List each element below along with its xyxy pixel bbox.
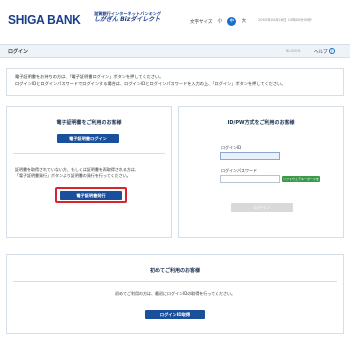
help-link[interactable]: ヘルプ? <box>314 48 335 55</box>
idpw-panel: ID/PW方式をご利用のお客様 ログインID ログインパスワード ソフトウェアキ… <box>178 106 344 238</box>
panel-divider <box>13 153 165 154</box>
instruction-line-1: 電子証明書をお持ちの方は、「電子証明書ログイン」ボタンを押してください。 <box>15 74 164 79</box>
font-size-large[interactable]: 大 <box>239 17 248 26</box>
help-label: ヘルプ <box>314 50 328 55</box>
current-datetime: 20XX年04月18日 10時00分00秒 <box>258 18 312 22</box>
id-login-button[interactable]: ログイン <box>231 203 293 212</box>
instruction-box: 電子証明書をお持ちの方は、「電子証明書ログイン」ボタンを押してください。 ログイ… <box>6 68 344 96</box>
certificate-description: 証明書を取得されていない方、もしくは証明書を再取得される方は、 「電子証明書発行… <box>15 167 167 179</box>
first-time-panel-title: 初めてご利用のお客様 <box>149 268 200 274</box>
login-id-label: ログインID <box>221 145 242 150</box>
service-brand: 滋賀銀行インターネットバンキング しがぎん Bizダイレクト <box>94 11 184 24</box>
idpw-panel-title: ID/PW方式をご利用のお客様 <box>227 120 295 126</box>
service-brand-bottom: しがぎん Bizダイレクト <box>94 16 161 23</box>
first-time-divider <box>13 281 337 282</box>
font-size-selector: 文字サイズ 小 中 大 <box>190 17 248 26</box>
help-icon[interactable]: ? <box>328 48 335 54</box>
certificate-panel-title: 電子証明書をご利用のお客様 <box>56 120 122 126</box>
first-time-panel: 初めてご利用のお客様 初めてご利用の方は、最初にログインIDの取得を行ってくださ… <box>6 254 344 334</box>
bank-logo[interactable]: SHIGA BANK <box>8 12 81 27</box>
software-keyboard-button[interactable]: ソフトウェアキーボードを開く <box>282 176 320 187</box>
certificate-description-line-2: 「電子証明書発行」ボタンより証明書の発行を行ってください。 <box>15 173 131 178</box>
font-size-medium[interactable]: 中 <box>227 17 237 26</box>
certificate-login-button[interactable]: 電子証明書ログイン <box>57 134 119 143</box>
login-password-label: ログインパスワード <box>221 168 257 173</box>
screen-id: BLGI001 <box>286 49 301 53</box>
instruction-line-2: ログインIDとログインパスワードでログインする場合は、ログインIDとログインパス… <box>15 81 286 86</box>
page-title: ログイン <box>8 49 29 55</box>
header: SHIGA BANK 滋賀銀行インターネットバンキング しがぎん Bizダイレク… <box>0 0 350 34</box>
font-size-small[interactable]: 小 <box>215 17 224 26</box>
certificate-panel: 電子証明書をご利用のお客様 電子証明書ログイン 証明書を取得されていない方、もし… <box>6 106 172 238</box>
login-password-input[interactable] <box>220 175 280 183</box>
title-bar: ログイン BLGI001 ヘルプ? <box>0 44 350 58</box>
get-login-id-button[interactable]: ログインID取得 <box>145 310 205 319</box>
font-size-label: 文字サイズ <box>190 19 213 25</box>
first-time-description: 初めてご利用の方は、最初にログインIDの取得を行ってください。 <box>115 291 235 296</box>
login-id-input[interactable] <box>220 152 280 160</box>
certificate-issue-button[interactable]: 電子証明書発行 <box>60 191 122 200</box>
